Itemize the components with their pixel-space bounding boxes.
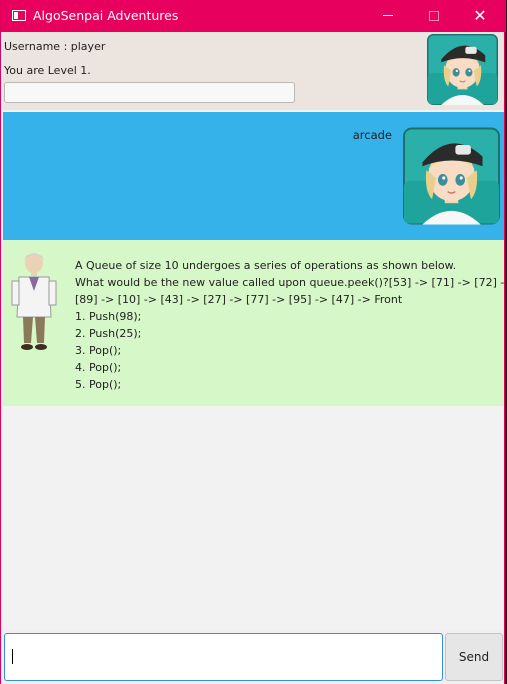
maximize-icon xyxy=(429,11,439,21)
minimize-button[interactable] xyxy=(365,0,411,32)
text-caret xyxy=(12,649,13,664)
message-input[interactable] xyxy=(4,633,443,681)
player-avatar xyxy=(403,127,500,225)
app-window: AlgoSenpai Adventures ✕ Username : playe… xyxy=(0,0,506,684)
maximize-button[interactable] xyxy=(411,0,457,32)
user-message: arcade xyxy=(3,112,504,240)
bot-message-line: 2. Push(25); xyxy=(75,327,142,340)
window-title: AlgoSenpai Adventures xyxy=(33,8,179,23)
bot-message-line: A Queue of size 10 undergoes a series of… xyxy=(75,259,457,272)
input-bar: Send xyxy=(3,630,504,684)
close-button[interactable]: ✕ xyxy=(457,0,503,32)
username-label: Username : player xyxy=(4,40,106,53)
bot-message-line: 3. Pop(); xyxy=(75,344,122,357)
bot-message-text: A Queue of size 10 undergoes a series of… xyxy=(75,257,504,393)
bot-message: A Queue of size 10 undergoes a series of… xyxy=(3,240,504,406)
title-bar[interactable]: AlgoSenpai Adventures ✕ xyxy=(1,0,506,32)
player-avatar xyxy=(427,34,498,105)
profile-header: Username : player You are Level 1. xyxy=(3,32,504,110)
level-label: You are Level 1. xyxy=(4,64,91,77)
bot-message-line: 1. Push(98); xyxy=(75,310,142,323)
chat-area[interactable]: arcade A Queue of size 10 undergoes a se… xyxy=(3,110,504,630)
professor-avatar xyxy=(11,253,57,350)
app-window-icon xyxy=(12,10,26,21)
send-button[interactable]: Send xyxy=(445,633,503,681)
close-icon: ✕ xyxy=(473,6,487,25)
bot-message-line: 5. Pop(); xyxy=(75,378,122,391)
bot-message-line: 4. Pop(); xyxy=(75,361,122,374)
level-progress-bar xyxy=(4,82,295,103)
bot-message-line: [89] -> [10] -> [43] -> [27] -> [77] -> … xyxy=(75,293,403,306)
bot-message-line: What would be the new value called upon … xyxy=(75,276,504,289)
minimize-icon xyxy=(383,15,393,16)
user-message-text: arcade xyxy=(352,128,392,142)
